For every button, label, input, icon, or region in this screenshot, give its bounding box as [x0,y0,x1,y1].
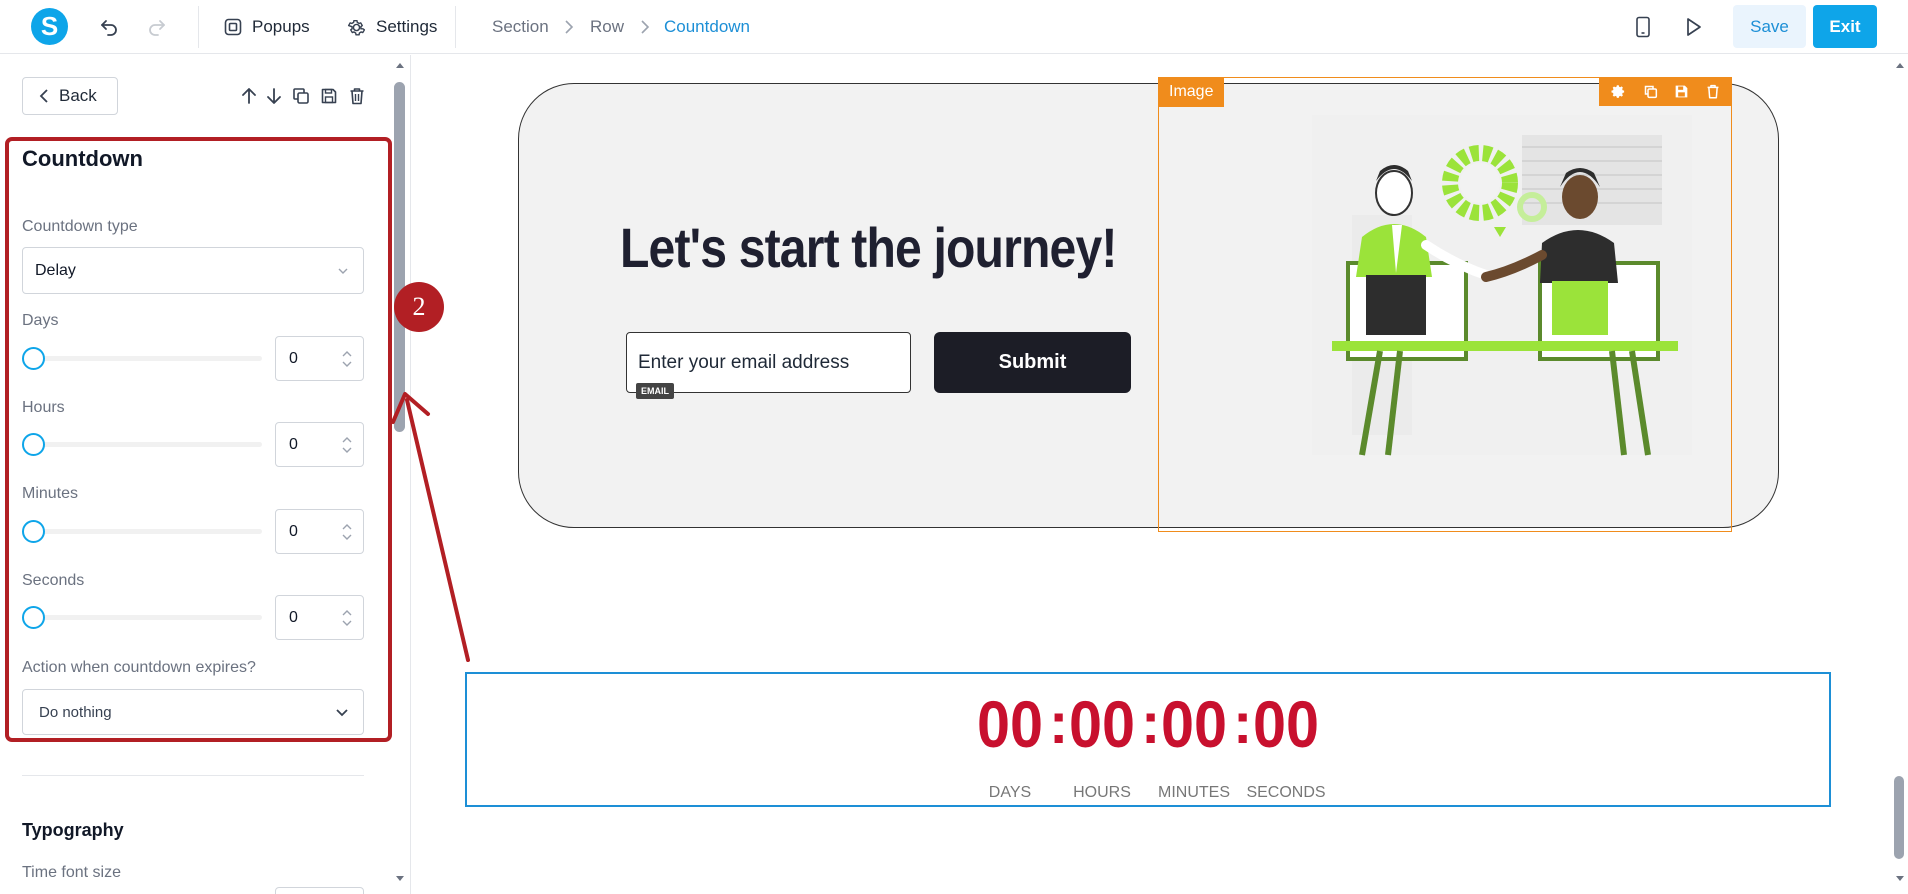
toolbar-divider [198,6,199,48]
countdown-label-seconds: SECONDS [1246,784,1326,801]
countdown-separator: : [1141,691,1161,756]
popups-button[interactable]: Popups [223,13,310,41]
chevron-left-icon [39,89,48,103]
panel-scroll-thumb[interactable] [394,82,405,432]
countdown-seconds: 00 [1252,687,1320,761]
scroll-up-icon[interactable] [394,61,406,69]
countdown-labels: DAYS HOURS MINUTES SECONDS [467,784,1829,802]
save-block-icon[interactable] [1674,84,1689,99]
exit-button[interactable]: Exit [1813,5,1877,48]
image-block-toolbar [1599,77,1732,106]
play-preview-icon[interactable] [1680,14,1706,40]
settings-button[interactable]: Settings [346,13,437,41]
breadcrumb-countdown[interactable]: Countdown [664,17,750,37]
save-block-icon[interactable] [318,85,340,107]
countdown-hours: 00 [1068,687,1136,761]
countdown-minutes: 00 [1160,687,1228,761]
breadcrumb-section[interactable]: Section [492,17,549,37]
duplicate-icon[interactable] [1643,84,1658,99]
section-divider [22,775,364,776]
countdown-label-minutes: MINUTES [1158,784,1230,801]
canvas-scrollbar[interactable] [1890,55,1908,894]
image-block-tag: Image [1158,77,1225,107]
back-label: Back [59,86,97,105]
breadcrumb-row[interactable]: Row [590,17,624,37]
trash-icon[interactable] [346,85,368,107]
settings-label: Settings [376,17,438,36]
gear-icon [347,19,366,35]
popup-icon [224,18,242,36]
chevron-right-icon [565,20,574,34]
editor-canvas: Let's start the journey! Enter your emai… [412,55,1908,894]
duplicate-icon[interactable] [290,85,312,107]
scroll-down-icon[interactable] [394,875,406,883]
save-button[interactable]: Save [1733,5,1806,48]
countdown-block[interactable]: 00 : 00 : 00 : 00 DAYS HOURS MINUTES SEC… [465,672,1831,807]
panel-scrollbar[interactable] [393,55,408,894]
typography-title: Typography [22,820,124,840]
countdown-digits: 00 : 00 : 00 : 00 [467,686,1829,762]
countdown-label-hours: HOURS [1073,784,1131,801]
countdown-separator: : [1049,691,1069,756]
top-toolbar: S Popups Settings Section Row Countdown … [0,0,1908,54]
hero-title[interactable]: Let's start the journey! [620,215,1117,280]
countdown-label-days: DAYS [988,784,1032,801]
trash-icon[interactable] [1706,84,1720,99]
move-down-icon[interactable] [263,85,285,107]
back-button[interactable]: Back [22,77,118,115]
chevron-right-icon [641,20,650,34]
scroll-up-icon[interactable] [1894,61,1906,69]
toolbar-divider [455,6,456,48]
settings-panel: Back Countdown Countdown type Delay Days… [0,55,411,894]
mobile-preview-icon[interactable] [1630,14,1656,40]
email-field-tag: EMAIL [636,383,674,399]
redo-icon[interactable] [144,14,170,40]
popups-label: Popups [252,17,310,36]
countdown-separator: : [1233,691,1253,756]
countdown-days: 00 [976,687,1044,761]
image-block-frame[interactable] [1158,77,1732,532]
gear-icon[interactable] [1611,84,1626,99]
canvas-scroll-thumb[interactable] [1894,776,1904,859]
annotation-step-badge: 2 [394,282,444,332]
move-up-icon[interactable] [238,85,260,107]
submit-button[interactable]: Submit [934,332,1131,393]
app-logo: S [31,8,68,45]
time-font-size-label: Time font size [22,864,121,881]
time-font-size-input[interactable] [275,887,364,894]
annotation-highlight-box [5,137,392,742]
undo-icon[interactable] [96,14,122,40]
scroll-down-icon[interactable] [1894,875,1906,883]
